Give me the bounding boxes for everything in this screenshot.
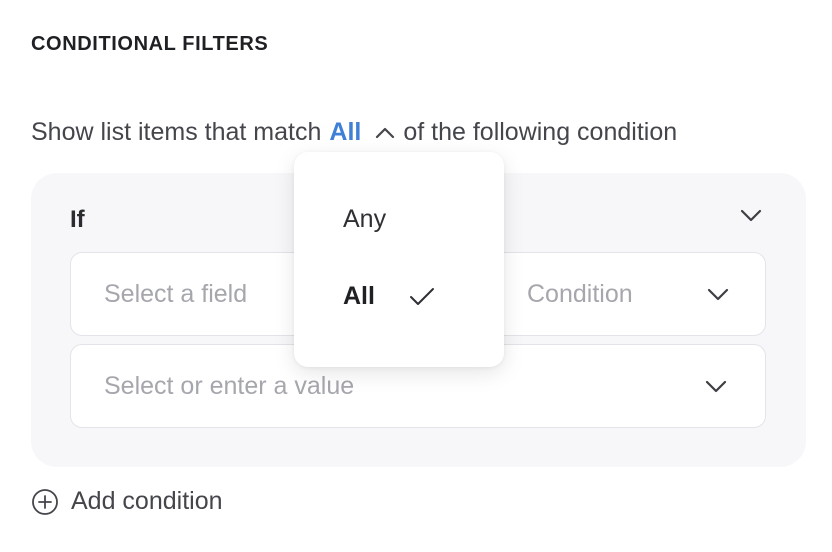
chevron-down-icon xyxy=(707,288,729,300)
section-title: CONDITIONAL FILTERS xyxy=(31,33,269,55)
if-label: If xyxy=(70,206,85,233)
conditional-filters-panel: CONDITIONAL FILTERS Show list items that… xyxy=(0,0,832,552)
chevron-down-icon xyxy=(740,209,762,222)
match-mode-dropdown-toggle[interactable]: All xyxy=(329,118,395,147)
checkmark-icon xyxy=(409,287,434,305)
dropdown-option-all[interactable]: All xyxy=(343,282,435,311)
field-placeholder: Select a field xyxy=(104,279,248,308)
value-placeholder: Select or enter a value xyxy=(104,371,355,400)
match-mode-dropdown-menu: Any All xyxy=(294,152,504,367)
match-suffix: of the following condition xyxy=(403,118,678,146)
add-condition-button[interactable]: Add condition xyxy=(31,487,223,516)
option-label: Any xyxy=(343,205,387,233)
match-mode-selected: All xyxy=(329,118,362,146)
dropdown-option-any[interactable]: Any xyxy=(343,205,386,234)
chevron-up-icon xyxy=(376,127,395,138)
condition-placeholder: Condition xyxy=(527,279,633,308)
option-label: All xyxy=(343,282,375,310)
collapse-condition-button[interactable] xyxy=(740,209,762,227)
plus-circle-icon xyxy=(32,488,58,515)
add-condition-label: Add condition xyxy=(71,487,223,515)
match-sentence: Show list items that match All of the fo… xyxy=(31,118,677,147)
condition-select[interactable]: Condition xyxy=(527,253,767,335)
field-select[interactable]: Select a field xyxy=(104,253,247,335)
match-prefix: Show list items that match xyxy=(31,118,322,146)
chevron-down-icon xyxy=(705,380,727,392)
